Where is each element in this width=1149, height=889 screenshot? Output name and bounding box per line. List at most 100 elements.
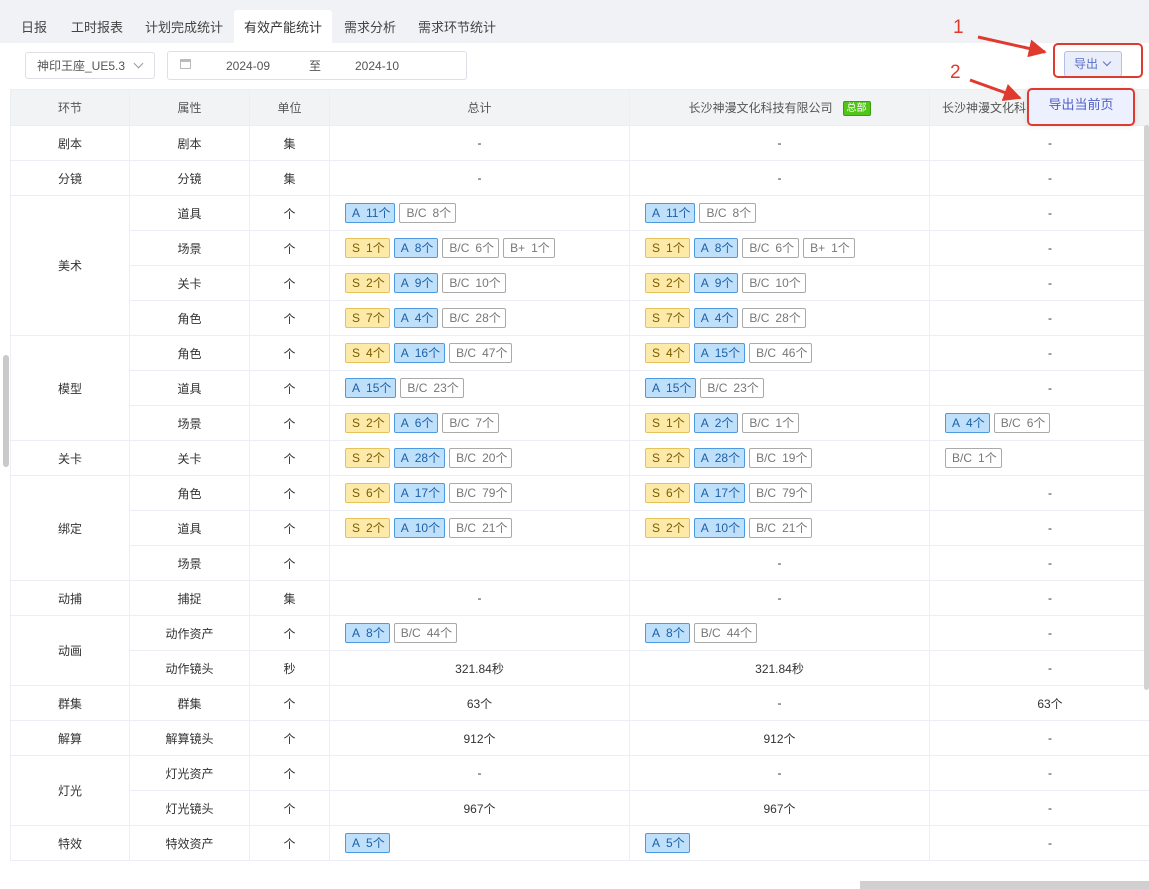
grade-tag: B/C 21个 [749,518,813,538]
total-tags: A 5个 [329,825,630,861]
company2-value: - [929,580,1149,616]
total-value: - [329,580,630,616]
grade-letter: S [652,241,661,255]
grade-count: 10个 [714,521,741,535]
company1-tags: S 2个 A 28个 B/C 19个 [629,440,930,476]
table-row: 分镜 分镜集 - - - [10,160,1149,196]
attr-cell: 场景 [129,545,250,581]
unit-cell: 个 [249,230,330,266]
export-current-page-item[interactable]: 导出当前页 [1027,88,1135,122]
attr-cell: 灯光镜头 [129,790,250,826]
grade-letter: B/C [749,276,770,290]
grade-letter: B/C [449,311,470,325]
date-start[interactable]: 2024-09 [226,52,270,80]
grade-count: 28个 [775,311,801,325]
unit-cell: 个 [249,510,330,546]
tab-demand-stage-stats[interactable]: 需求环节统计 [410,10,504,43]
attr-cell: 关卡 [129,440,250,476]
table-row: 剧本 剧本集 - - - [10,125,1149,161]
grade-count: 4个 [666,346,685,360]
grade-count: 2个 [666,451,685,465]
attr-cell: 道具 [129,510,250,546]
grade-tag: A 10个 [393,518,446,538]
grade-count: 6个 [1026,416,1046,430]
tab-daily[interactable]: 日报 [12,10,56,43]
stage-cell: 绑定 [10,475,130,581]
grade-letter: A [400,276,409,290]
grade-letter: A [352,836,361,850]
table-body: 剧本 剧本集 - - - 分镜 分镜集 - - - 美术 道具个 A 11个 B/C 8个 A 11个 B/C 8个 -… [10,125,1149,861]
horizontal-scrollbar[interactable] [860,881,1149,889]
grade-letter: B/C [406,206,427,220]
grade-count: 1个 [978,451,997,465]
grade-letter: A [652,381,661,395]
grade-tag: S 6个 [645,483,690,503]
grade-tag: A 4个 [693,308,739,328]
grade-tag: A 8个 [393,238,439,258]
grade-tag: B/C 6个 [442,238,500,258]
vertical-scrollbar[interactable] [1144,125,1149,690]
left-scrollbar[interactable] [3,355,9,467]
stage-cell: 动画 [10,615,130,686]
grade-letter: A [400,486,409,500]
unit-cell: 个 [249,475,330,511]
company1-tags: S 7个 A 4个 B/C 28个 [629,300,930,336]
tab-hours-report[interactable]: 工时报表 [62,10,132,43]
unit-cell: 个 [249,405,330,441]
grade-tag: B/C 1个 [945,448,1002,468]
grade-count: 8个 [666,626,685,640]
grade-tag: B/C 47个 [449,343,513,363]
unit-cell: 个 [249,265,330,301]
grade-count: 2个 [666,521,685,535]
company2-value: - [929,510,1149,546]
unit-cell: 集 [249,160,330,196]
date-range-picker[interactable]: 2024-09 至 2024-10 [167,51,467,80]
grade-tag: A 4个 [945,413,990,433]
export-button[interactable]: 导出 [1064,51,1122,77]
unit-cell: 个 [249,825,330,861]
calendar-icon [180,59,191,69]
date-end[interactable]: 2024-10 [355,52,399,80]
company1-value: - [629,125,930,161]
company1-tags: A 8个 B/C 44个 [629,615,930,651]
grade-letter: S [352,241,361,255]
company2-value: 63个 [929,685,1149,721]
company1-value: - [629,755,930,791]
grade-tag: B/C 1个 [742,413,800,433]
grade-tag: S 2个 [345,518,390,538]
total-tags: S 4个 A 16个 B/C 47个 [329,335,630,371]
header-company1: 长沙神漫文化科技有限公司 总部 [629,89,930,126]
stage-cell: 动捕 [10,580,130,616]
company2-value: - [929,230,1149,266]
grade-letter: A [352,626,361,640]
tab-effective-capacity[interactable]: 有效产能统计 [234,10,332,43]
grade-count: 28个 [414,451,441,465]
company1-value: - [629,685,930,721]
table-row: 绑定 角色个 S 6个 A 17个 B/C 79个 S 6个 A 17个 B/C 79个 - [10,475,1149,581]
grade-tag: B/C 6个 [993,413,1051,433]
company2-value: - [929,650,1149,686]
grade-count: 17个 [714,486,741,500]
grade-count: 4个 [714,311,734,325]
grade-count: 28个 [475,311,501,325]
total-tags: S 7个 A 4个 B/C 28个 [329,300,630,336]
attr-cell: 捕捉 [129,580,250,616]
grade-letter: S [352,311,361,325]
grade-count: 6个 [775,241,795,255]
grade-count: 1个 [666,416,685,430]
tab-demand-analysis[interactable]: 需求分析 [336,10,404,43]
grade-letter: A [352,381,361,395]
total-value: - [329,755,630,791]
table-header-row: 环节 属性 单位 总计 长沙神漫文化科技有限公司总部 长沙神漫文化科公司 [10,89,1149,126]
grade-letter: A [652,626,661,640]
tab-plan-completion[interactable]: 计划完成统计 [138,10,230,43]
company1-name: 长沙神漫文化科技有限公司 [688,100,833,115]
total-tags: A 11个 B/C 8个 [329,195,630,231]
header-attr: 属性 [129,89,250,126]
grade-tag: S 6个 [345,483,390,503]
attr-cell: 场景 [129,230,250,266]
stage-cell: 灯光 [10,755,130,826]
attr-cell: 动作资产 [129,615,250,651]
project-select[interactable]: 神印王座_UE5.3 [25,52,155,79]
attr-cell: 解算镜头 [129,720,250,756]
